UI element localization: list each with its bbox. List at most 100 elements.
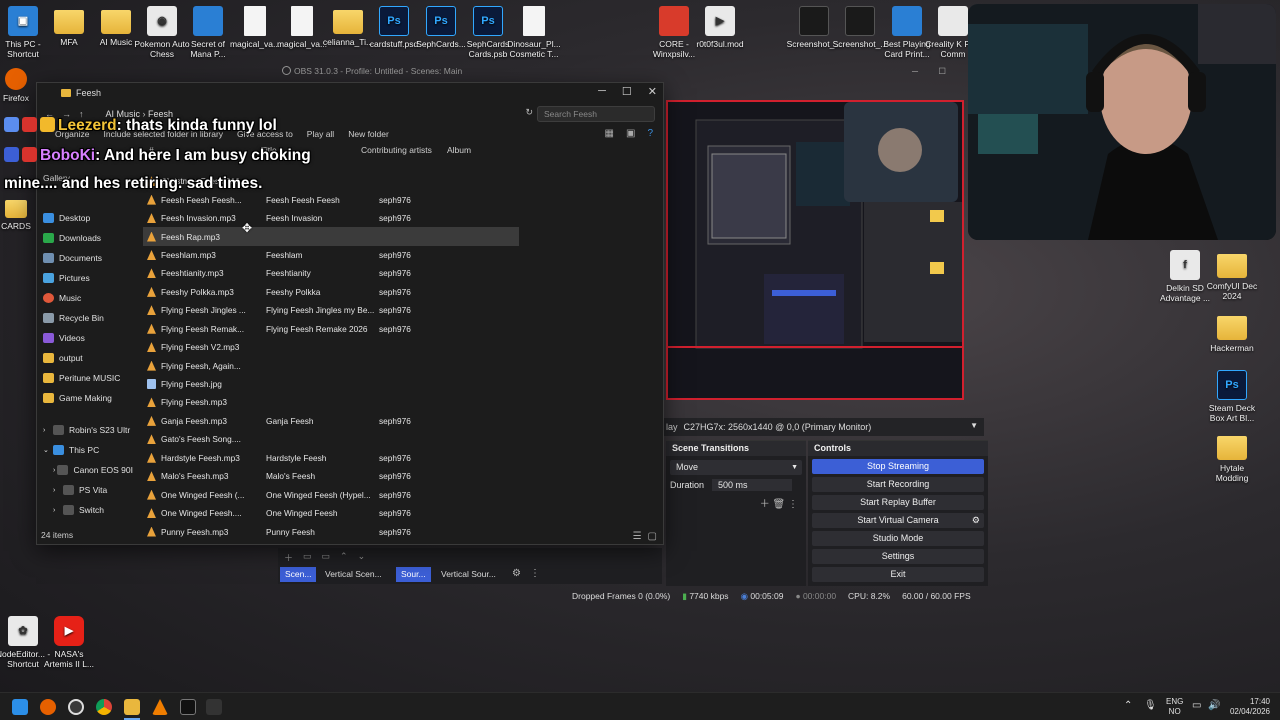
obs-preview[interactable] — [666, 100, 964, 400]
search-input[interactable]: Search Feesh — [537, 106, 655, 122]
chevron-down-icon[interactable]: ▼ — [970, 421, 978, 430]
details-view-icon[interactable]: ☰ — [633, 531, 642, 542]
studio-mode-button[interactable]: Studio Mode — [812, 531, 984, 546]
obs-icon[interactable] — [68, 699, 84, 715]
file-row[interactable]: Feesh Rap.mp3 — [143, 227, 519, 246]
view-options-icon[interactable]: ▦ — [605, 128, 614, 139]
clock[interactable]: 17:40 02/04/2026 — [1226, 697, 1270, 717]
nav-this-pc[interactable]: ⌄ This PC — [37, 440, 133, 460]
file-row[interactable]: Flying Feesh V2.mp3 — [143, 338, 519, 356]
file-row[interactable]: Hardstyle Feesh.mp3 Hardstyle Feesh seph97… — [143, 449, 519, 467]
nav-documents[interactable]: Documents — [37, 248, 133, 268]
tab-sources[interactable]: Sour... — [396, 567, 431, 582]
desktop-icon-firefox[interactable]: Firefox — [0, 68, 38, 103]
nav-game-making[interactable]: Game Making — [37, 388, 133, 408]
app-icon[interactable] — [206, 699, 222, 715]
file-row[interactable]: Feesh Invasion.mp3 Feesh Invasion seph976 — [143, 209, 519, 227]
tiles-view-icon[interactable]: ▢ — [648, 531, 657, 542]
file-row[interactable]: Feeshtianity.mp3 Feeshtianity seph976 — [143, 264, 519, 282]
file-row[interactable]: One Winged Feesh.... One Winged Feesh seph… — [143, 504, 519, 522]
nav-output[interactable]: output — [37, 348, 133, 368]
duration-input[interactable]: 500 ms — [712, 479, 793, 491]
obs-minimize-icon[interactable]: ─ — [912, 66, 918, 76]
desktop-icon-mod[interactable]: ▶ r0t0f3ul.mod — [692, 6, 748, 49]
stop-streaming-button[interactable]: Stop Streaming — [812, 459, 984, 474]
start-recording-button[interactable]: Start Recording — [812, 477, 984, 492]
tab-vertical-scenes[interactable]: Vertical Scen... — [320, 567, 387, 582]
up-icon[interactable]: ⌃ — [340, 551, 348, 564]
file-row[interactable]: One Winged Feesh (... One Winged Feesh (H… — [143, 485, 519, 503]
nav-recycle-bin[interactable]: Recycle Bin — [37, 308, 133, 328]
file-row[interactable]: Punny Feesh.mp3 Punny Feesh seph976 — [143, 522, 519, 540]
column-contributing-artists[interactable]: Contributing artists — [361, 145, 432, 161]
vlc-icon[interactable] — [152, 699, 168, 715]
chevron-up-icon[interactable]: ⌃ — [1124, 701, 1132, 711]
nav-downloads[interactable]: Downloads — [37, 228, 133, 248]
file-row[interactable]: Feeshy Polkka.mp3 Feeshy Polkka seph976 — [143, 283, 519, 301]
file-row[interactable]: Flying Feesh.mp3 — [143, 393, 519, 411]
mic-icon[interactable]: 🎙 — [1144, 701, 1157, 711]
preview-pane-icon[interactable]: ▣ — [626, 128, 635, 139]
filter-icon[interactable]: ▭ — [322, 551, 331, 564]
file-row[interactable]: Gato's Feesh Song.... — [143, 430, 519, 448]
firefox-icon[interactable] — [40, 699, 56, 715]
exit-button[interactable]: Exit — [812, 567, 984, 582]
file-row[interactable]: Ganja Feesh.mp3 Ganja Feesh seph976 — [143, 412, 519, 430]
desktop-icon-hackerman[interactable]: Hackerman — [1204, 312, 1260, 353]
column-album[interactable]: Album — [447, 145, 471, 161]
gear-icon[interactable]: ⚙ — [972, 513, 980, 528]
nav-desktop[interactable]: Desktop — [37, 208, 133, 228]
desktop-icon-hytale[interactable]: Hytale Modding — [1204, 432, 1260, 483]
file-explorer-icon[interactable] — [124, 699, 140, 715]
refresh-icon[interactable]: ↻ — [525, 107, 533, 118]
display-icon[interactable]: ▭ — [1192, 701, 1201, 711]
tab-scenes[interactable]: Scen... — [280, 567, 317, 582]
desktop-icon-comfyui[interactable]: ComfyUI Dec 2024 — [1204, 250, 1260, 301]
help-icon[interactable]: ? — [647, 128, 653, 139]
minimize-icon[interactable]: ─ — [598, 85, 606, 98]
file-row[interactable]: Malo's Feesh.mp3 Malo's Feesh seph976 — [143, 467, 519, 485]
transition-select[interactable]: Move ▼ — [670, 460, 802, 475]
volume-icon[interactable]: 🔊 — [1208, 701, 1220, 711]
desktop-icon-nasa[interactable]: ▶ NASA's Artemis II L... — [41, 616, 97, 669]
nav-music[interactable]: Music — [37, 288, 133, 308]
file-row[interactable]: Flying Feesh Remak... Flying Feesh Remake… — [143, 320, 519, 338]
monitor-select[interactable]: C27HG7x: 2560x1440 @ 0,0 (Primary Monito… — [684, 422, 872, 432]
nav-peritune[interactable]: Peritune MUSIC — [37, 368, 133, 388]
add-icon[interactable]: ＋ — [760, 499, 770, 510]
desktop-icon-steam-deck[interactable]: Ps Steam Deck Box Art Bl... — [1204, 370, 1260, 423]
nav-pictures[interactable]: Pictures — [37, 268, 133, 288]
down-icon[interactable]: ⌄ — [358, 551, 366, 564]
settings-button[interactable]: Settings — [812, 549, 984, 564]
maximize-icon[interactable]: ☐ — [622, 85, 632, 98]
nav-switch[interactable]: › Switch — [37, 500, 133, 520]
desktop-icon-dinosaur[interactable]: Dinosaur_Pl... Cosmetic T... — [506, 6, 562, 59]
file-row[interactable]: Flying Feesh.jpg — [143, 375, 519, 393]
file-row[interactable]: Flying Feesh, Again... — [143, 356, 519, 374]
file-row[interactable]: Feesh Feesh Feesh... Feesh Feesh Feesh sep… — [143, 190, 519, 208]
tab-vertical-sources[interactable]: Vertical Sour... — [436, 567, 501, 582]
more-icon[interactable]: ⋮ — [788, 499, 798, 510]
new-folder-button[interactable]: New folder — [348, 129, 389, 139]
nav-videos[interactable]: Videos — [37, 328, 133, 348]
trash-icon[interactable]: 🗑 — [773, 499, 786, 510]
start-icon[interactable] — [12, 699, 28, 715]
more-icon[interactable]: ⋮ — [530, 568, 540, 579]
nav-robins-phone[interactable]: › Robin's S23 Ultr — [37, 420, 133, 440]
nav-ps-vita[interactable]: › PS Vita — [37, 480, 133, 500]
desktop-icon-cards[interactable]: CARDS — [0, 196, 38, 231]
start-virtual-camera-button[interactable]: Start Virtual Camera ⚙ — [812, 513, 984, 528]
chrome-icon[interactable] — [96, 699, 112, 715]
file-row[interactable]: Flying Feesh Jingles ... Flying Feesh Jin… — [143, 301, 519, 319]
start-replay-buffer-button[interactable]: Start Replay Buffer — [812, 495, 984, 510]
language-indicator[interactable]: ENG NO — [1166, 697, 1183, 717]
close-icon[interactable]: ✕ — [648, 85, 657, 98]
play-all-button[interactable]: Play all — [307, 129, 334, 139]
file-row[interactable]: Feeshlam.mp3 Feeshlam seph976 — [143, 246, 519, 264]
nav-canon[interactable]: › Canon EOS 90I — [37, 460, 133, 480]
terminal-icon[interactable] — [180, 699, 196, 715]
add-icon[interactable]: ＋ — [284, 551, 293, 564]
trash-icon[interactable]: ▭ — [303, 551, 312, 564]
obs-maximize-icon[interactable]: ☐ — [938, 66, 946, 77]
gear-icon[interactable]: ⚙ — [512, 568, 521, 579]
